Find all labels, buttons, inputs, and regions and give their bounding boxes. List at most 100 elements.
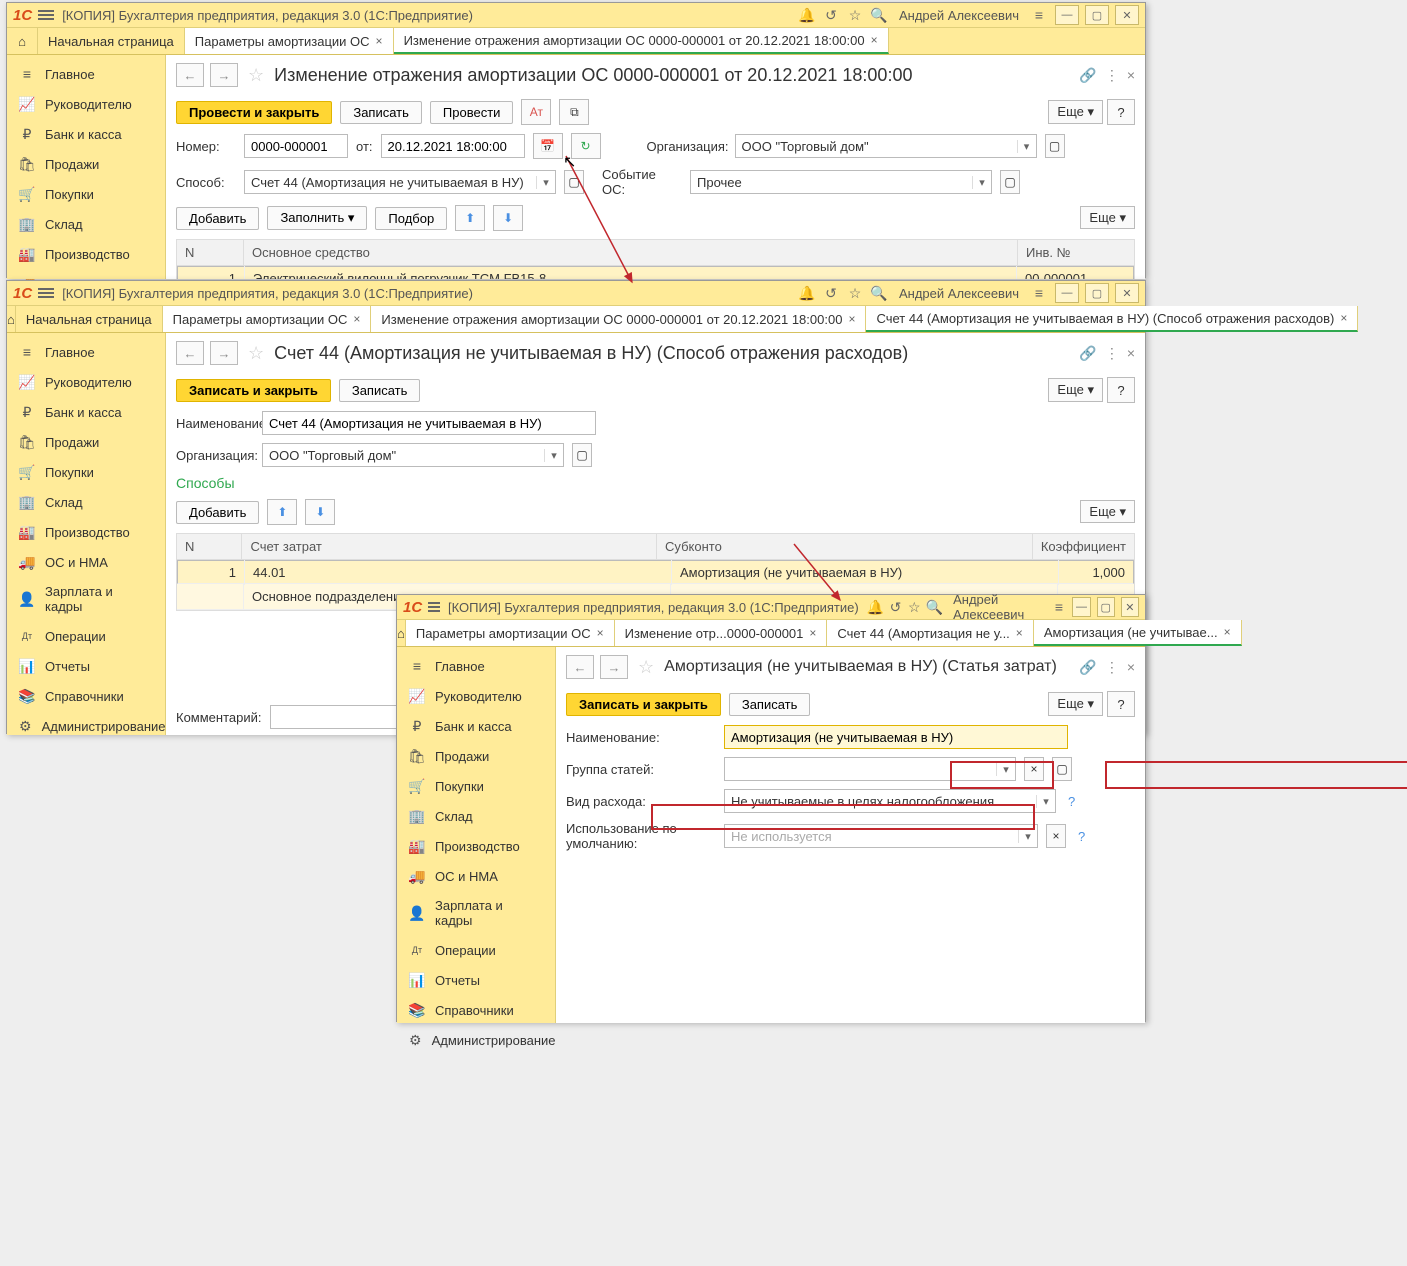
maximize-button[interactable]: ▢ [1085, 5, 1109, 25]
close-icon[interactable]: × [809, 626, 816, 640]
settings-lines-icon[interactable]: ≡ [1052, 597, 1067, 617]
tab-params[interactable]: Параметры амортизации ОС× [163, 306, 372, 332]
close-icon[interactable]: × [848, 312, 855, 326]
write-button[interactable]: Записать [729, 693, 811, 716]
calendar-icon[interactable]: 📅 [533, 133, 563, 159]
move-down-icon[interactable]: ⬇ [493, 205, 523, 231]
open-event-icon[interactable]: ▢ [1000, 170, 1020, 194]
minimize-button[interactable]: — [1072, 597, 1090, 617]
bell-icon[interactable]: 🔔 [797, 5, 817, 25]
chevron-down-icon[interactable]: ▾ [972, 176, 991, 189]
open-in-window-icon[interactable]: ▢ [1045, 134, 1065, 158]
favorite-icon[interactable]: ☆ [248, 343, 264, 364]
write-and-close-button[interactable]: Записать и закрыть [566, 693, 721, 716]
kebab-icon[interactable]: ⋮ [1105, 67, 1119, 84]
sb-references[interactable]: 📚Справочники [397, 995, 555, 1025]
move-down-icon[interactable]: ⬇ [305, 499, 335, 525]
help-link-icon[interactable]: ? [1068, 794, 1075, 809]
tab-cost-item[interactable]: Амортизация (не учитывае...× [1034, 620, 1242, 646]
home-icon[interactable]: ⌂ [7, 28, 38, 54]
move-up-icon[interactable]: ⬆ [267, 499, 297, 525]
sb-operations[interactable]: ДтОперации [397, 935, 555, 965]
tab-method[interactable]: Счет 44 (Амортизация не учитываемая в НУ… [866, 306, 1358, 332]
clear-icon[interactable]: × [1024, 757, 1044, 781]
star-icon[interactable]: ☆ [907, 597, 922, 617]
history-icon[interactable]: ↺ [821, 283, 841, 303]
sb-os-nma[interactable]: 🚚ОС и НМА [7, 547, 165, 577]
hamburger-icon[interactable] [38, 287, 54, 299]
sb-sales[interactable]: 🛍Продажи [7, 427, 165, 457]
maximize-button[interactable]: ▢ [1097, 597, 1115, 617]
nav-fwd-button[interactable]: → [600, 655, 628, 679]
help-button[interactable]: ? [1107, 99, 1135, 125]
dt-kt-icon[interactable]: Ат [521, 99, 551, 125]
date-input[interactable] [381, 134, 525, 158]
help-button[interactable]: ? [1107, 377, 1135, 403]
org-select[interactable]: ООО "Торговый дом"▾ [735, 134, 1037, 158]
table-more-button[interactable]: Еще ▾ [1080, 500, 1135, 523]
fill-button[interactable]: Заполнить ▾ [267, 206, 367, 230]
more-button[interactable]: Еще ▾ [1048, 378, 1103, 402]
sb-warehouse[interactable]: 🏢Склад [7, 209, 165, 239]
sb-purchases[interactable]: 🛒Покупки [7, 457, 165, 487]
minimize-button[interactable]: — [1055, 283, 1079, 303]
maximize-button[interactable]: ▢ [1085, 283, 1109, 303]
close-icon[interactable]: × [1224, 625, 1231, 639]
favorite-icon[interactable]: ☆ [248, 65, 264, 86]
sb-bank[interactable]: ₽Банк и касса [7, 397, 165, 427]
org-select[interactable]: ООО "Торговый дом"▾ [262, 443, 564, 467]
sb-purchases[interactable]: 🛒Покупки [7, 179, 165, 209]
sb-manager[interactable]: 📈Руководителю [7, 367, 165, 397]
sb-manager[interactable]: 📈Руководителю [7, 89, 165, 119]
search-icon[interactable]: 🔍 [869, 283, 889, 303]
kind-select[interactable]: Не учитываемые в целях налогообложения▾ [724, 789, 1056, 813]
close-window-button[interactable]: ✕ [1115, 5, 1139, 25]
hamburger-icon[interactable] [38, 9, 54, 21]
close-icon[interactable]: × [353, 312, 360, 326]
sb-main[interactable]: ≡Главное [7, 59, 165, 89]
sb-warehouse[interactable]: 🏢Склад [7, 487, 165, 517]
post-and-close-button[interactable]: Провести и закрыть [176, 101, 332, 124]
post-button[interactable]: Провести [430, 101, 514, 124]
more-button[interactable]: Еще ▾ [1048, 692, 1103, 716]
group-select[interactable]: ▾ [724, 757, 1016, 781]
clear-icon[interactable]: × [1046, 824, 1066, 848]
name-input[interactable] [262, 411, 596, 435]
sb-main[interactable]: ≡Главное [397, 651, 555, 681]
nav-fwd-button[interactable]: → [210, 341, 238, 365]
open-icon[interactable]: ▢ [572, 443, 592, 467]
structure-icon[interactable]: ⧉ [559, 99, 589, 125]
refresh-icon[interactable]: ↻ [571, 133, 601, 159]
help-button[interactable]: ? [1107, 691, 1135, 717]
sb-sales[interactable]: 🛍Продажи [7, 149, 165, 179]
hamburger-icon[interactable] [428, 601, 440, 613]
history-icon[interactable]: ↺ [888, 597, 903, 617]
user-name[interactable]: Андрей Алексеевич [899, 8, 1019, 23]
close-page-icon[interactable]: × [1127, 67, 1135, 83]
nav-back-button[interactable]: ← [176, 63, 204, 87]
sb-main[interactable]: ≡Главное [7, 337, 165, 367]
star-icon[interactable]: ☆ [845, 283, 865, 303]
close-window-button[interactable]: ✕ [1121, 597, 1139, 617]
event-select[interactable]: Прочее▾ [690, 170, 992, 194]
sb-references[interactable]: 📚Справочники [7, 681, 165, 711]
settings-lines-icon[interactable]: ≡ [1029, 283, 1049, 303]
link-icon[interactable]: 🔗 [1079, 67, 1096, 84]
sb-production[interactable]: 🏭Производство [397, 831, 555, 861]
nav-back-button[interactable]: ← [566, 655, 594, 679]
close-window-button[interactable]: ✕ [1115, 283, 1139, 303]
sb-warehouse[interactable]: 🏢Склад [397, 801, 555, 831]
history-icon[interactable]: ↺ [821, 5, 841, 25]
sb-reports[interactable]: 📊Отчеты [397, 965, 555, 995]
sb-operations[interactable]: ДтОперации [7, 621, 165, 651]
settings-lines-icon[interactable]: ≡ [1029, 5, 1049, 25]
sb-payroll[interactable]: 👤Зарплата и кадры [7, 577, 165, 621]
close-icon[interactable]: × [1016, 626, 1023, 640]
close-icon[interactable]: × [376, 34, 383, 48]
chevron-down-icon[interactable]: ▾ [1036, 795, 1055, 808]
search-icon[interactable]: 🔍 [926, 597, 943, 617]
sb-purchases[interactable]: 🛒Покупки [397, 771, 555, 801]
open-icon[interactable]: ▢ [1052, 757, 1072, 781]
user-name[interactable]: Андрей Алексеевич [899, 286, 1019, 301]
chevron-down-icon[interactable]: ▾ [1018, 830, 1037, 843]
